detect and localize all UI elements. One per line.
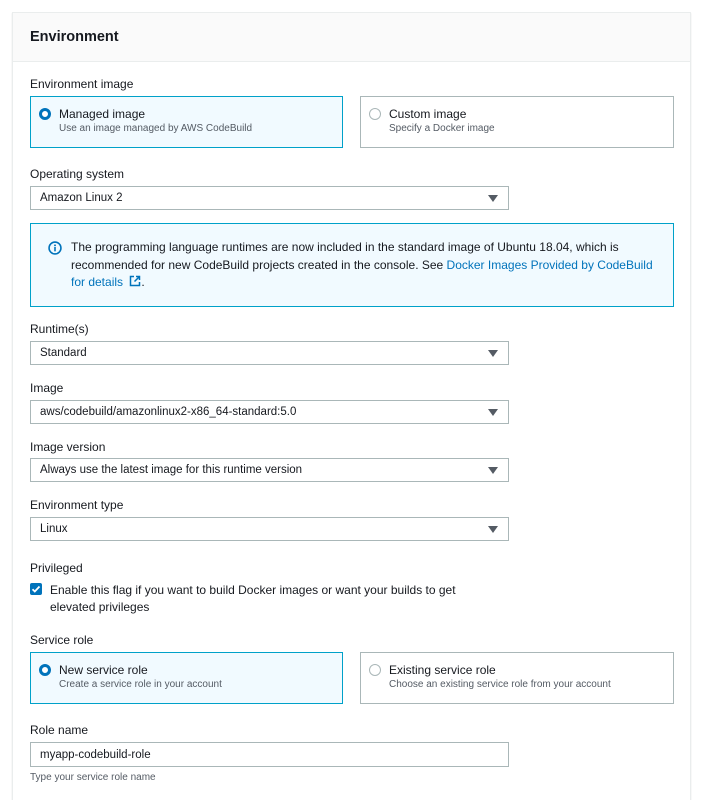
info-icon bbox=[48, 241, 62, 255]
caret-down-icon bbox=[488, 195, 498, 202]
managed-image-title: Managed image bbox=[59, 107, 146, 121]
checkmark-icon bbox=[31, 585, 41, 593]
runtimes-value: Standard bbox=[40, 347, 87, 359]
image-label: Image bbox=[30, 381, 64, 395]
new-service-role-title: New service role bbox=[59, 663, 148, 677]
privileged-checkbox-label: Enable this flag if you want to build Do… bbox=[50, 583, 456, 614]
environment-image-label: Environment image bbox=[30, 77, 134, 91]
existing-service-role-tile[interactable]: Existing service role Choose an existing… bbox=[360, 652, 674, 704]
new-service-role-tile[interactable]: New service role Create a service role i… bbox=[30, 652, 343, 704]
existing-service-role-description: Choose an existing service role from you… bbox=[389, 679, 611, 690]
environment-type-select[interactable]: Linux bbox=[30, 517, 509, 541]
new-service-role-radio[interactable] bbox=[39, 664, 51, 676]
custom-image-title: Custom image bbox=[389, 107, 467, 121]
image-version-label: Image version bbox=[30, 440, 106, 454]
custom-image-radio[interactable] bbox=[369, 108, 381, 120]
caret-down-icon bbox=[488, 409, 498, 416]
service-role-label: Service role bbox=[30, 633, 94, 647]
image-version-select[interactable]: Always use the latest image for this run… bbox=[30, 458, 509, 482]
existing-service-role-title: Existing service role bbox=[389, 663, 496, 677]
image-version-value: Always use the latest image for this run… bbox=[40, 464, 303, 476]
operating-system-label: Operating system bbox=[30, 167, 125, 181]
image-value: aws/codebuild/amazonlinux2-x86_64-standa… bbox=[40, 406, 297, 418]
privileged-checkbox[interactable] bbox=[30, 583, 42, 595]
runtimes-label: Runtime(s) bbox=[30, 322, 89, 336]
custom-image-description: Specify a Docker image bbox=[389, 123, 495, 134]
section-title: Environment bbox=[30, 29, 119, 45]
environment-panel: Environment Environment image Managed im… bbox=[12, 12, 691, 800]
operating-system-value: Amazon Linux 2 bbox=[40, 192, 123, 204]
info-alert: The programming language runtimes are no… bbox=[30, 223, 674, 307]
privileged-label: Privileged bbox=[30, 561, 83, 575]
caret-down-icon bbox=[488, 350, 498, 357]
managed-image-radio[interactable] bbox=[39, 108, 51, 120]
external-link-icon bbox=[130, 275, 141, 287]
role-name-input[interactable] bbox=[30, 742, 509, 767]
existing-service-role-radio[interactable] bbox=[369, 664, 381, 676]
role-name-hint: Type your service role name bbox=[30, 772, 156, 783]
managed-image-tile[interactable]: Managed image Use an image managed by AW… bbox=[30, 96, 343, 148]
caret-down-icon bbox=[488, 467, 498, 474]
environment-type-value: Linux bbox=[40, 523, 68, 535]
caret-down-icon bbox=[488, 526, 498, 533]
info-alert-text-end: . bbox=[141, 275, 145, 289]
environment-type-label: Environment type bbox=[30, 498, 124, 512]
custom-image-tile[interactable]: Custom image Specify a Docker image bbox=[360, 96, 674, 148]
new-service-role-description: Create a service role in your account bbox=[59, 679, 222, 690]
runtimes-select[interactable]: Standard bbox=[30, 341, 509, 365]
image-select[interactable]: aws/codebuild/amazonlinux2-x86_64-standa… bbox=[30, 400, 509, 424]
managed-image-description: Use an image managed by AWS CodeBuild bbox=[59, 123, 253, 134]
operating-system-select[interactable]: Amazon Linux 2 bbox=[30, 186, 509, 210]
panel-header: Environment bbox=[13, 13, 690, 62]
role-name-label: Role name bbox=[30, 723, 89, 737]
